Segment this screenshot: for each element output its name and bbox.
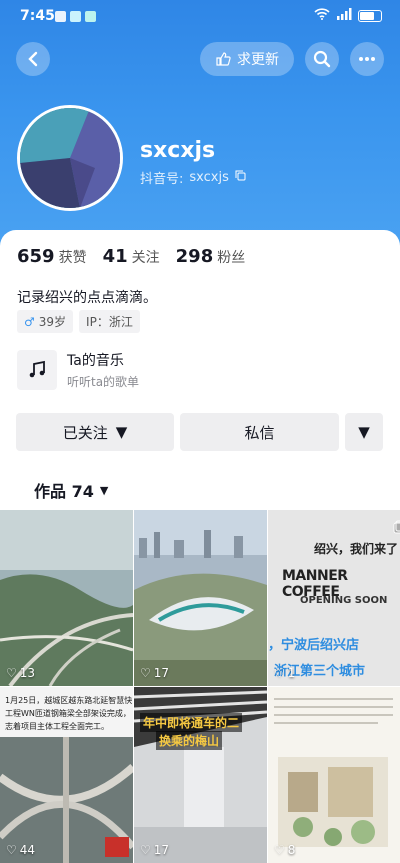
message-label: 私信 xyxy=(244,423,275,442)
request-update-label: 求更新 xyxy=(237,52,279,68)
followed-label: 已关注 xyxy=(62,423,108,442)
avatar[interactable] xyxy=(17,105,123,211)
like-value: 1 xyxy=(287,666,296,680)
chevron-left-icon xyxy=(28,51,38,67)
avatar-image xyxy=(20,108,120,208)
like-count: ♡ 17 xyxy=(140,666,169,680)
heart-icon: ♡ xyxy=(140,666,151,680)
like-count: ♡ 1 xyxy=(274,666,295,680)
ip-label: IP：浙江 xyxy=(86,315,133,329)
heart-icon: ♡ xyxy=(6,843,17,857)
stat-label: 获赞 xyxy=(58,250,87,266)
more-recommend-button[interactable]: ▼ xyxy=(345,413,383,451)
male-icon: ♂ xyxy=(24,314,35,329)
age-tag: ♂ 39岁 xyxy=(17,310,74,333)
search-button[interactable] xyxy=(305,42,339,76)
works-label: 作品 74 xyxy=(34,482,94,501)
notification-icon xyxy=(55,11,66,22)
wifi-icon xyxy=(314,8,330,23)
more-dots-icon xyxy=(359,57,375,61)
like-value: 17 xyxy=(153,843,170,857)
stat-followers[interactable]: 298 粉丝 xyxy=(176,246,246,267)
video-caption: 年中即将通车的二 xyxy=(140,713,243,732)
douyin-id-value: sxcxjs xyxy=(189,170,229,185)
video-caption: 换乘的梅山 xyxy=(156,731,223,750)
signal-icon xyxy=(336,8,352,23)
video-thumbnail[interactable]: ♡ 17 xyxy=(134,510,267,686)
like-count: ♡ 17 xyxy=(140,843,169,857)
like-value: 44 xyxy=(19,843,36,857)
caret-down-icon: ▼ xyxy=(99,483,109,497)
heart-icon: ♡ xyxy=(274,843,285,857)
like-value: 17 xyxy=(153,666,170,680)
like-count: ♡ 44 xyxy=(6,843,35,857)
status-bar: 7:45 xyxy=(0,0,400,32)
stat-value: 659 xyxy=(17,246,55,267)
search-icon xyxy=(313,50,331,68)
caret-down-icon: ▼ xyxy=(358,423,370,441)
stat-following[interactable]: 41 关注 xyxy=(103,246,160,267)
notification-icon xyxy=(70,11,81,22)
like-value: 8 xyxy=(287,843,296,857)
tab-works[interactable]: 作品 74 ▼ xyxy=(34,478,108,502)
copy-icon[interactable] xyxy=(235,170,246,185)
profile-stats: 659 获赞 41 关注 298 粉丝 xyxy=(17,246,245,267)
douyin-id: 抖音号: sxcxjs xyxy=(140,168,246,187)
video-caption: 工程WN匝道钢箱梁全部架设完成， xyxy=(5,709,131,718)
username: sxcxjs xyxy=(140,138,216,163)
bio: 记录绍兴的点点滴滴。 xyxy=(17,290,157,306)
battery-icon xyxy=(358,9,382,22)
video-thumbnail[interactable]: 1月25日，越城区越东路北延智慧快 工程WN匝道钢箱梁全部架设完成， 志着项目主… xyxy=(0,687,133,863)
douyin-id-label: 抖音号: xyxy=(140,172,184,187)
followed-button[interactable]: 已关注 ▼ xyxy=(16,413,174,451)
music-entry[interactable]: Ta的音乐 听听ta的歌单 xyxy=(17,350,139,390)
music-title: Ta的音乐 xyxy=(67,353,124,369)
ip-tag: IP：浙江 xyxy=(79,310,140,333)
like-value: 13 xyxy=(19,666,36,680)
message-button[interactable]: 私信 xyxy=(180,413,339,451)
video-thumbnail[interactable]: ♡ 8 xyxy=(268,687,400,863)
music-note-icon xyxy=(17,350,57,390)
age-label: 39岁 xyxy=(38,315,67,329)
heart-icon: ♡ xyxy=(6,666,17,680)
more-button[interactable] xyxy=(350,42,384,76)
stat-value: 298 xyxy=(175,246,214,267)
stat-label: 粉丝 xyxy=(217,250,246,266)
request-update-button[interactable]: 求更新 xyxy=(200,42,294,76)
music-subtitle: 听听ta的歌单 xyxy=(67,375,140,389)
video-thumbnail[interactable]: 绍兴，我们来了 MANNER COFFEE OPENING SOON ，宁波后绍… xyxy=(268,510,400,686)
video-caption: 志着项目主体工程全面完工。 xyxy=(5,722,109,731)
thumb-icon xyxy=(216,52,231,66)
stat-value: 41 xyxy=(102,246,128,267)
stat-label: 关注 xyxy=(131,250,160,266)
video-caption: 1月25日，越城区越东路北延智慧快 xyxy=(5,696,133,705)
back-button[interactable] xyxy=(16,42,50,76)
like-count: ♡ 13 xyxy=(6,666,35,680)
caret-down-icon: ▼ xyxy=(115,423,128,441)
video-thumbnail[interactable]: 年中即将通车的二 换乘的梅山 ♡ 17 xyxy=(134,687,267,863)
heart-icon: ♡ xyxy=(274,666,285,680)
notification-icon xyxy=(85,11,96,22)
status-time: 7:45 xyxy=(20,8,55,24)
video-caption: ，宁波后绍兴店 xyxy=(268,638,360,653)
stat-likes[interactable]: 659 获赞 xyxy=(17,246,87,267)
video-thumbnail[interactable]: ♡ 13 xyxy=(0,510,133,686)
like-count: ♡ 8 xyxy=(274,843,295,857)
video-caption: 绍兴，我们来了 xyxy=(314,542,399,556)
profile-tags: ♂ 39岁 IP：浙江 xyxy=(17,310,140,333)
video-caption: OPENING SOON xyxy=(300,595,388,606)
heart-icon: ♡ xyxy=(140,843,151,857)
